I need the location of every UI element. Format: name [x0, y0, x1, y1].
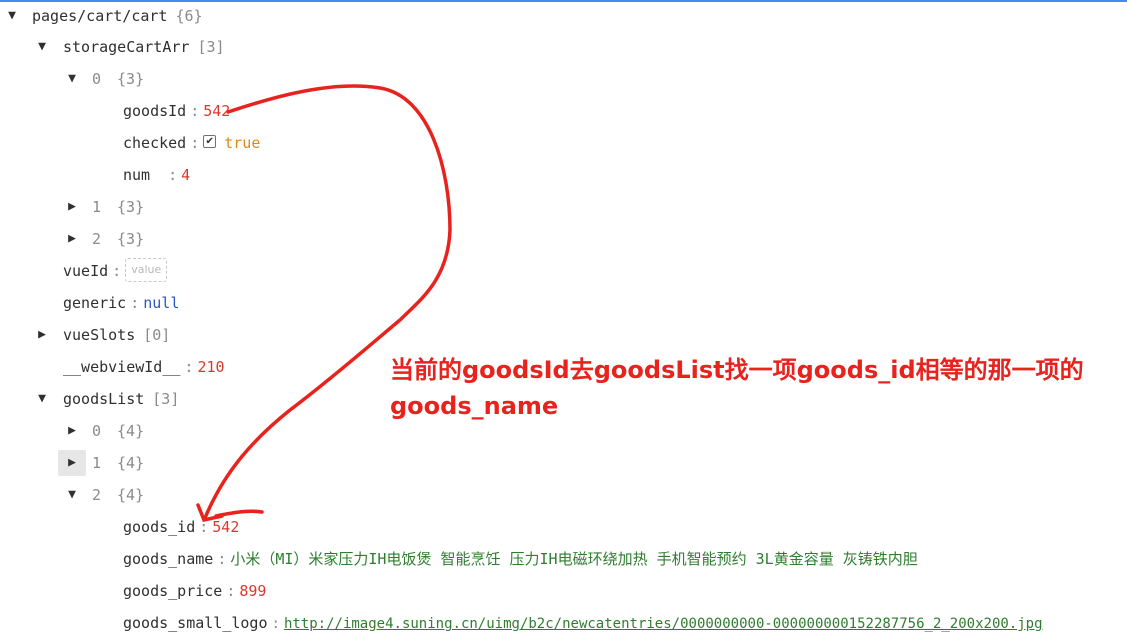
- node-key: storageCartArr: [63, 38, 190, 56]
- field-value: true: [224, 134, 261, 152]
- field-checked: checked: ✔ true: [123, 134, 261, 152]
- node-index: 2: [92, 230, 102, 248]
- node-index: 1: [92, 454, 102, 472]
- expand-arrow-icon[interactable]: ▼: [64, 63, 80, 95]
- field-key: num: [123, 166, 151, 184]
- node-count: {4}: [117, 486, 145, 504]
- field-value: 小米（MI）米家压力IH电饭煲 智能烹饪 压力IH电磁环绕加热 手机智能预约 3…: [230, 550, 918, 568]
- field-value: 210: [197, 358, 225, 376]
- expand-arrow-icon[interactable]: ▼: [64, 479, 80, 511]
- node-index: 0: [92, 70, 102, 88]
- vue-id-value-input[interactable]: value: [125, 257, 168, 282]
- node-count: [3]: [197, 38, 225, 56]
- field-key: checked: [123, 134, 187, 152]
- field-key: goodsId: [123, 102, 187, 120]
- field-num: num:4: [123, 166, 191, 184]
- collapse-arrow-icon[interactable]: ▶: [34, 319, 50, 351]
- field-key: goods_id: [123, 518, 196, 536]
- annotation-note: 当前的goodsId去goodsList找一项goods_id相等的那一项的go…: [390, 356, 1084, 420]
- field-key: goods_price: [123, 582, 223, 600]
- field-key: goods_small_logo: [123, 614, 268, 632]
- collapse-arrow-icon[interactable]: ▶: [64, 191, 80, 223]
- field-value: 542: [212, 518, 240, 536]
- node-index: 1: [92, 198, 102, 216]
- field-goods-price: goods_price:899: [123, 582, 267, 600]
- expand-arrow-icon[interactable]: ▼: [4, 0, 20, 32]
- node-count: {3}: [117, 70, 145, 88]
- node-count: {3}: [117, 198, 145, 216]
- field-value: null: [143, 294, 180, 312]
- field-goods-id: goodsId:542: [123, 102, 231, 120]
- node-count: {6}: [175, 7, 203, 25]
- collapse-arrow-icon[interactable]: ▶: [64, 223, 80, 255]
- field-key: goods_name: [123, 550, 214, 568]
- expand-arrow-icon[interactable]: ▼: [34, 383, 50, 415]
- node-count: [3]: [152, 390, 180, 408]
- field-key: vueId: [63, 262, 109, 280]
- node-count: {4}: [117, 454, 145, 472]
- field-key: generic: [63, 294, 127, 312]
- field-value: 899: [239, 582, 267, 600]
- field-goods-id-item: goods_id:542: [123, 518, 240, 536]
- node-count: {4}: [117, 422, 145, 440]
- field-vue-id: vueId: value: [63, 255, 168, 287]
- expand-arrow-icon[interactable]: ▼: [34, 31, 50, 63]
- collapse-arrow-icon[interactable]: ▶: [64, 415, 80, 447]
- field-goods-name: goods_name: 小米（MI）米家压力IH电饭煲 智能烹饪 压力IH电磁环绕…: [123, 550, 918, 568]
- field-key: __webviewId__: [63, 358, 181, 376]
- node-index: 2: [92, 486, 102, 504]
- node-key: vueSlots: [63, 326, 136, 344]
- checked-checkbox[interactable]: ✔: [203, 135, 217, 148]
- node-index: 0: [92, 422, 102, 440]
- collapse-arrow-icon[interactable]: ▶: [58, 450, 86, 476]
- field-webview-id: __webviewId__:210: [63, 358, 225, 376]
- node-count: {3}: [117, 230, 145, 248]
- node-key: pages/cart/cart: [32, 7, 168, 25]
- field-value: 4: [181, 166, 191, 184]
- node-count: [0]: [143, 326, 171, 344]
- field-generic: generic: null: [63, 294, 180, 312]
- field-value: 542: [203, 102, 231, 120]
- field-goods-small-logo: goods_small_logo: http://image4.suning.cn…: [123, 614, 1043, 632]
- logo-url-link[interactable]: http://image4.suning.cn/uimg/b2c/newcate…: [284, 616, 1043, 632]
- node-key: goodsList: [63, 390, 145, 408]
